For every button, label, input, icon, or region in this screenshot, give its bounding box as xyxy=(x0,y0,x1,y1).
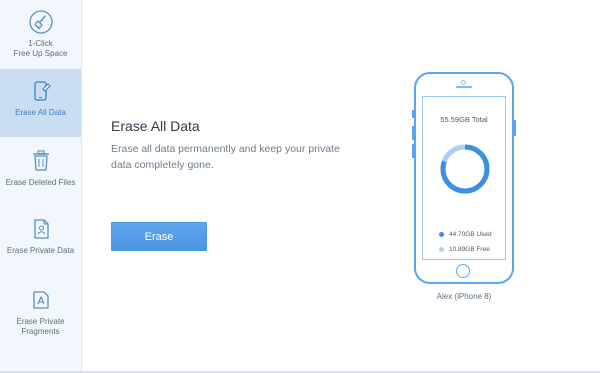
phone-volume-down xyxy=(412,144,414,158)
legend-used: 44.70GB Used xyxy=(439,231,492,238)
phone-volume-up xyxy=(412,126,414,140)
sidebar-item-erase-private-data[interactable]: Erase Private Data xyxy=(0,210,81,278)
sidebar-item-label: 1-Click Free Up Space xyxy=(13,39,68,58)
broom-icon xyxy=(28,10,53,34)
device-name: Alex (iPhone 8) xyxy=(436,292,492,301)
storage-total: 55.59GB Total xyxy=(440,115,488,124)
sidebar-item-label: Erase Deleted Files xyxy=(5,178,76,187)
phone-home-button xyxy=(456,264,470,278)
private-file-icon xyxy=(33,219,49,239)
free-label: 10.89GB Free xyxy=(449,246,490,253)
phone-speaker xyxy=(456,86,472,88)
phone-mute-switch xyxy=(412,110,414,118)
sidebar-item-free-up-space[interactable]: 1-Click Free Up Space xyxy=(0,0,81,69)
app-window: 1-Click Free Up Space Erase All Data Era… xyxy=(0,0,600,373)
sidebar-item-label: Erase Private Fragments xyxy=(16,317,65,336)
used-dot xyxy=(439,231,444,237)
free-dot xyxy=(439,246,444,252)
storage-donut xyxy=(440,144,490,194)
sidebar-item-label: Erase All Data xyxy=(15,108,66,117)
phone-screen: 55.59GB Total 44.70GB Used 10.89GB Free xyxy=(422,96,506,260)
phone-power-button xyxy=(514,120,516,136)
phone-camera xyxy=(461,80,466,85)
erase-button[interactable]: Erase xyxy=(111,222,207,251)
sidebar-item-label: Erase Private Data xyxy=(6,246,75,255)
phone-erase-icon xyxy=(33,81,51,101)
sidebar-item-erase-deleted-files[interactable]: Erase Deleted Files xyxy=(0,140,81,208)
phone-illustration: 55.59GB Total 44.70GB Used 10.89GB Free xyxy=(412,72,516,284)
trash-icon xyxy=(32,150,49,171)
sidebar-item-erase-private-fragments[interactable]: Erase Private Fragments xyxy=(0,280,81,360)
app-fragments-icon xyxy=(32,291,49,309)
legend-free: 10.89GB Free xyxy=(439,246,490,253)
used-label: 44.70GB Used xyxy=(449,231,492,238)
page-description: Erase all data permanently and keep your… xyxy=(111,143,340,171)
sidebar-item-erase-all-data[interactable]: Erase All Data xyxy=(0,69,81,137)
page-title: Erase All Data xyxy=(111,118,200,134)
sidebar: 1-Click Free Up Space Erase All Data Era… xyxy=(0,0,82,371)
